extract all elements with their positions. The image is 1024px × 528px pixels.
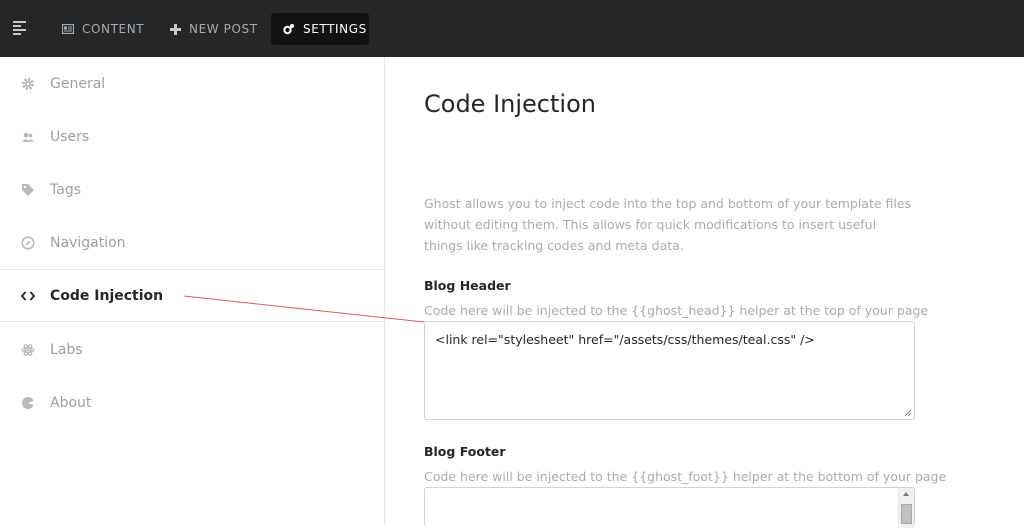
gears-icon — [283, 24, 294, 35]
scroll-up-icon[interactable] — [903, 492, 909, 496]
footer-scrollbar[interactable] — [898, 488, 914, 528]
sidebar-item-about[interactable]: About — [0, 376, 384, 429]
ghost-icon — [20, 395, 36, 411]
code-icon — [20, 288, 36, 304]
sidebar-item-label: Code Injection — [50, 287, 164, 304]
top-navbar: CONTENT NEW POST SETTINGS — [0, 0, 1024, 57]
sidebar-item-users[interactable]: Users — [0, 110, 384, 163]
blog-header-help: Code here will be injected to the {{ghos… — [424, 303, 929, 318]
menu-icon[interactable] — [13, 21, 26, 35]
intro-text: Ghost allows you to inject code into the… — [424, 196, 912, 253]
sidebar-item-label: General — [50, 75, 106, 92]
blog-footer-textarea[interactable] — [424, 487, 915, 528]
blog-header-value: <link rel="stylesheet" href="/assets/css… — [435, 332, 815, 347]
sidebar-item-label: Labs — [50, 341, 83, 358]
sidebar-item-general[interactable]: General — [0, 57, 384, 110]
nav-content-label: CONTENT — [82, 22, 145, 36]
sidebar-item-label: Navigation — [50, 234, 126, 251]
sidebar-item-label: Users — [50, 128, 90, 145]
blog-footer-label: Blog Footer — [424, 444, 506, 459]
tag-icon — [20, 182, 36, 198]
sidebar-item-label: Tags — [50, 181, 81, 198]
nav-content-button[interactable]: CONTENT — [62, 13, 144, 45]
sidebar-item-labs[interactable]: Labs — [0, 323, 384, 376]
users-icon — [20, 129, 36, 145]
scroll-thumb[interactable] — [901, 504, 912, 524]
blog-header-label: Blog Header — [424, 278, 511, 293]
sidebar-item-label: About — [50, 394, 92, 411]
sidebar-item-navigation[interactable]: Navigation — [0, 216, 384, 269]
gear-icon — [20, 76, 36, 92]
nav-settings-label: SETTINGS — [303, 22, 367, 36]
resize-handle-icon[interactable] — [904, 409, 912, 417]
nav-new-post-label: NEW POST — [189, 22, 258, 36]
sidebar-item-tags[interactable]: Tags — [0, 163, 384, 216]
page-title: Code Injection — [424, 90, 596, 118]
blog-header-textarea[interactable]: <link rel="stylesheet" href="/assets/css… — [424, 321, 915, 420]
nav-new-post-button[interactable]: NEW POST — [170, 13, 258, 45]
nav-settings-button[interactable]: SETTINGS — [271, 13, 369, 45]
content-icon — [62, 24, 74, 34]
plus-icon — [170, 23, 181, 35]
atom-icon — [20, 342, 36, 358]
blog-footer-help: Code here will be injected to the {{ghos… — [424, 469, 947, 484]
sidebar-item-code-injection[interactable]: Code Injection — [0, 269, 384, 322]
settings-sidebar: General Users Tags Navigation Code Injec… — [0, 57, 385, 525]
compass-icon — [20, 235, 36, 251]
